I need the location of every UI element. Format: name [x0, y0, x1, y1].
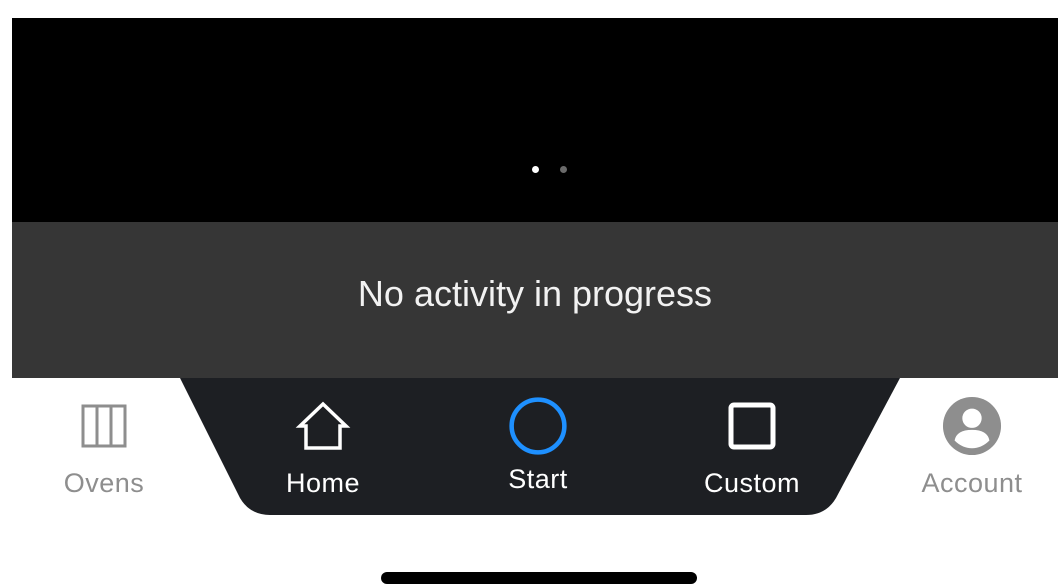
home-indicator-bar[interactable]: [381, 572, 697, 584]
tab-ovens-label: Ovens: [63, 468, 145, 498]
tab-ovens[interactable]: Ovens: [29, 396, 179, 506]
tab-custom[interactable]: Custom: [677, 396, 827, 506]
carousel-dot-active[interactable]: [532, 166, 539, 173]
tab-start[interactable]: Start: [463, 396, 613, 506]
tab-account[interactable]: Account: [897, 396, 1047, 506]
account-icon: [942, 396, 1002, 456]
carousel-page-indicator: [532, 166, 567, 173]
start-circle-icon: [508, 396, 568, 456]
square-icon: [722, 396, 782, 456]
activity-status-text: No activity in progress: [357, 273, 713, 314]
tab-home[interactable]: Home: [248, 396, 398, 506]
carousel-dot[interactable]: [560, 166, 567, 173]
home-icon: [293, 396, 353, 456]
tab-custom-label: Custom: [703, 468, 801, 498]
tab-home-label: Home: [285, 468, 361, 498]
tab-start-label: Start: [508, 464, 568, 494]
ovens-icon: [74, 396, 134, 456]
hero-carousel[interactable]: [12, 18, 1058, 222]
activity-status-bar: No activity in progress: [12, 222, 1058, 379]
tab-account-label: Account: [921, 468, 1023, 498]
